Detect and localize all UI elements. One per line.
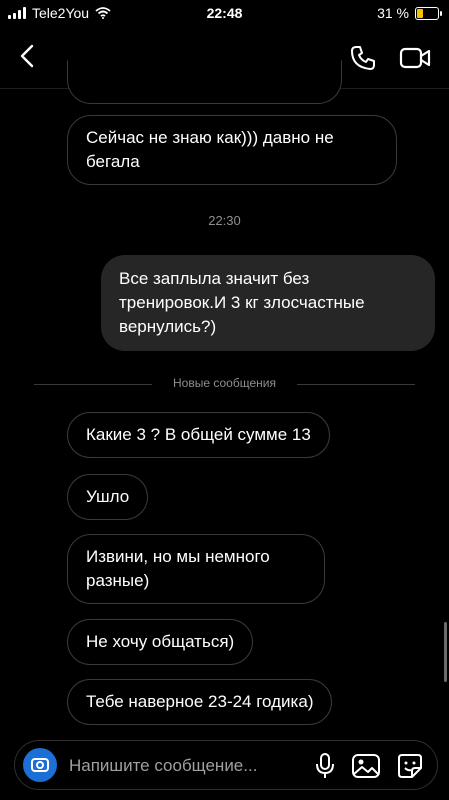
divider-line: [297, 384, 415, 385]
message-incoming: Тебе наверное 23-24 годика): [67, 679, 333, 725]
battery-percent: 31 %: [377, 5, 409, 21]
gallery-icon[interactable]: [351, 753, 381, 779]
message-text: Ушло: [86, 487, 130, 506]
new-messages-divider: Новые сообщения: [34, 376, 415, 392]
camera-icon[interactable]: [23, 748, 57, 782]
message-incoming: Сейчас не знаю как))) давно не бегала: [67, 115, 397, 185]
video-camera-icon[interactable]: [399, 44, 431, 72]
microphone-icon[interactable]: [313, 753, 337, 779]
message-text: Не хочу общаться): [86, 632, 235, 651]
message-text: Сейчас не знаю как))) давно не бегала: [86, 128, 334, 171]
status-right: 31 %: [377, 5, 442, 21]
phone-icon[interactable]: [349, 44, 377, 72]
message-input[interactable]: [67, 741, 291, 791]
message-text: Тебе наверное 23-24 годика): [86, 692, 314, 711]
scroll-indicator[interactable]: [444, 622, 447, 682]
battery-icon: [415, 6, 442, 20]
message-incoming: Не хочу общаться): [67, 619, 254, 665]
message-timestamp: 22:30: [208, 213, 241, 228]
message-outgoing: Все заплыла значит без тренировок.И 3 кг…: [101, 255, 435, 351]
divider-label: Новые сообщения: [173, 376, 276, 390]
message-incoming: Ушло: [67, 474, 149, 520]
message-text: Все заплыла значит без тренировок.И 3 кг…: [119, 269, 365, 336]
message-incoming: Извини, но мы немного разные): [67, 534, 325, 604]
message-text: Какие 3 ? В общей сумме 13: [86, 425, 311, 444]
message-composer: [14, 740, 438, 791]
battery-fill: [417, 8, 423, 18]
back-arrow-icon[interactable]: [14, 42, 42, 70]
sticker-icon[interactable]: [397, 753, 423, 779]
message-incoming: Какие 3 ? В общей сумме 13: [67, 412, 330, 458]
message-text: Извини, но мы немного разные): [86, 547, 270, 590]
message-incoming-partial: [67, 60, 342, 104]
status-bar: Tele2You 22:48 31 %: [0, 0, 449, 28]
